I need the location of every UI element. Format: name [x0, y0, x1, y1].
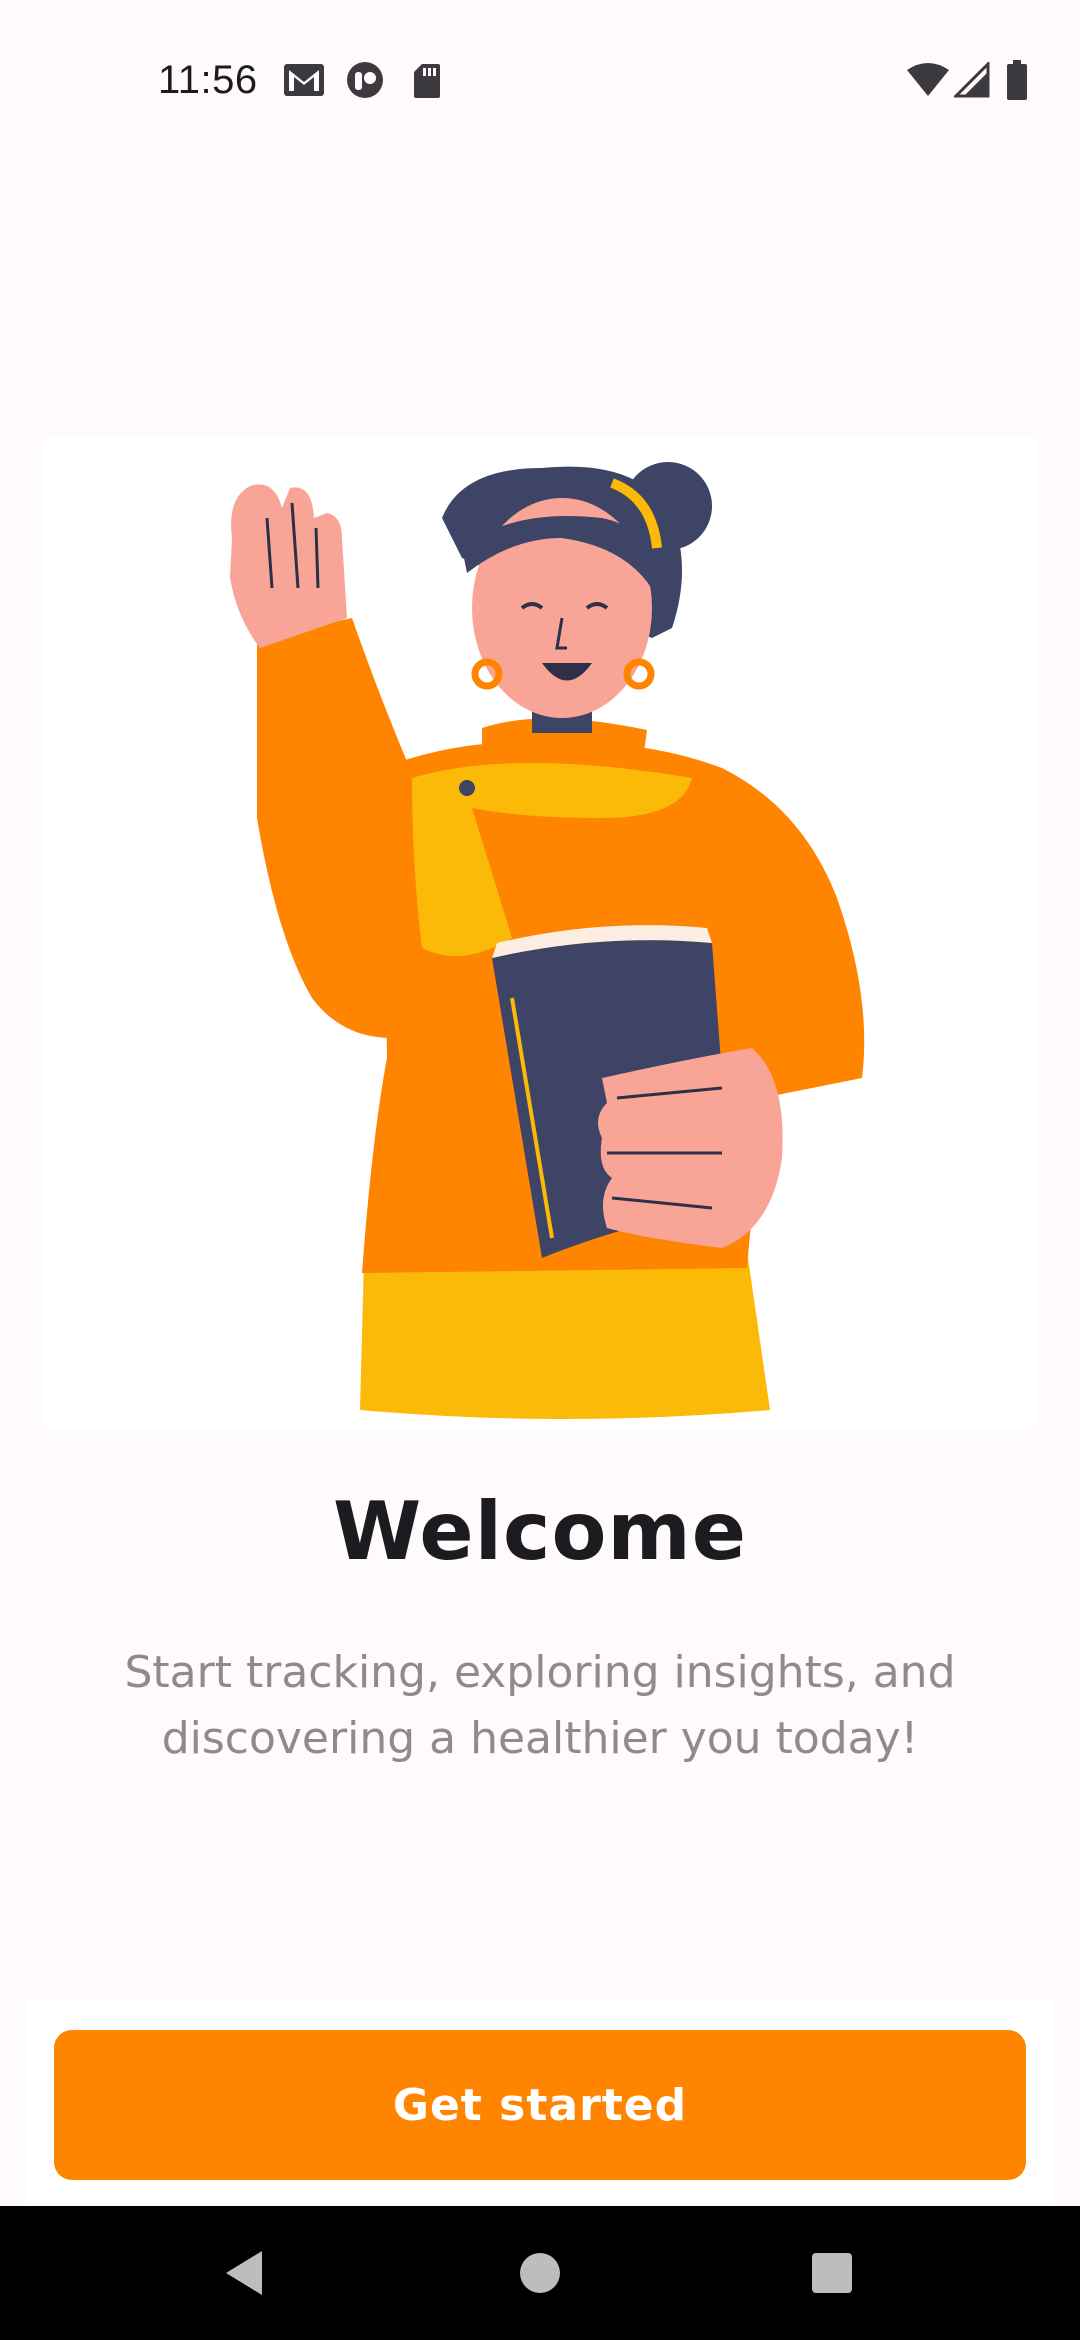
status-bar: 11:56	[0, 0, 1080, 160]
welcome-subtitle: Start tracking, exploring insights, and …	[124, 1647, 956, 1764]
home-circle-icon	[520, 2253, 560, 2293]
system-navigation-bar	[0, 2206, 1080, 2340]
recents-square-icon	[812, 2253, 852, 2293]
welcome-screen: 11:56 Welcome Start tracking, exploring …	[0, 0, 1080, 2340]
nav-back-button[interactable]	[164, 2206, 324, 2340]
nav-home-button[interactable]	[460, 2206, 620, 2340]
welcome-illustration	[42, 438, 1038, 1430]
sd-card-icon	[412, 62, 442, 104]
battery-icon	[1006, 60, 1028, 104]
status-time: 11:56	[158, 58, 258, 102]
wifi-icon	[906, 62, 950, 102]
welcome-title: Welcome	[332, 1485, 748, 1578]
get-started-button[interactable]: Get started	[54, 2030, 1026, 2180]
woman-waving-illustration	[230, 462, 865, 1419]
app-notification-icon	[345, 62, 385, 106]
gmail-icon	[282, 62, 326, 102]
nav-recents-button[interactable]	[752, 2206, 912, 2340]
cell-signal-icon	[952, 60, 990, 102]
back-triangle-icon	[226, 2251, 262, 2295]
